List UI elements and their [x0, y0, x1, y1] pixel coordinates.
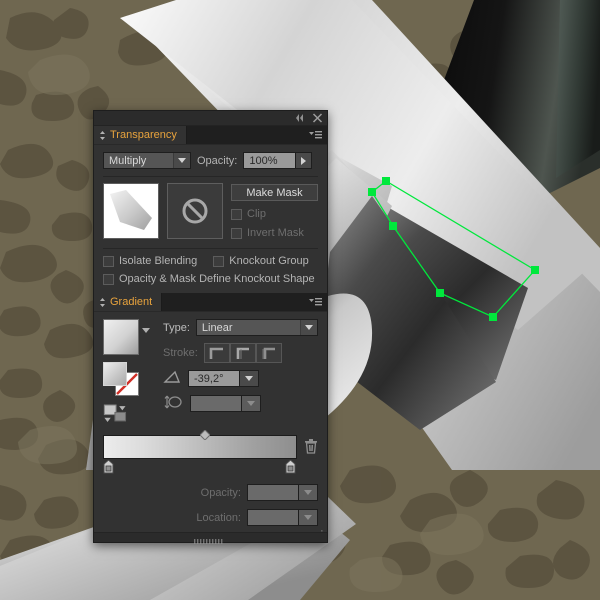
gradient-aspect-row [163, 394, 318, 413]
clip-checkbox[interactable] [231, 208, 242, 220]
stroke-type-buttons[interactable] [203, 343, 282, 363]
transparency-tab-filler [186, 126, 327, 144]
angle-icon [163, 370, 181, 387]
gradient-stroke-row: Stroke: [163, 343, 318, 363]
tab-gradient[interactable]: Gradient [94, 293, 163, 311]
transparency-body: Multiply Opacity: 100% Make Mask Clip In… [94, 145, 327, 293]
stop-location-label: Location: [196, 511, 241, 524]
stop-opacity-input[interactable] [247, 484, 299, 501]
knockout-group-label: Knockout Group [229, 255, 309, 267]
fill-swatch[interactable] [103, 362, 127, 386]
gradient-stop-right[interactable] [285, 459, 296, 477]
stop-location-control[interactable] [247, 509, 318, 526]
stroke-label: Stroke: [163, 347, 198, 359]
chevron-down-icon[interactable] [242, 395, 261, 412]
knockout-group-checkbox[interactable] [213, 255, 225, 267]
opacity-label: Opacity: [197, 154, 238, 167]
panel-group[interactable]: Transparency Multiply Opacity: 100% Make… [93, 110, 328, 544]
panel-menu-icon[interactable] [309, 297, 322, 307]
opacity-mask-knockout-label: Opacity & Mask Define Knockout Shape [119, 273, 315, 285]
gradient-angle-row: -39,2° [163, 370, 318, 387]
opacity-control[interactable]: 100% [243, 152, 313, 169]
stop-location-input[interactable] [247, 509, 299, 526]
opacity-mask-knockout-checkbox[interactable] [103, 273, 114, 285]
tab-gradient-label: Gradient [110, 296, 153, 308]
blend-mode-value: Multiply [109, 154, 147, 167]
chevron-down-icon[interactable] [300, 320, 317, 335]
blend-opacity-row: Multiply Opacity: 100% [103, 152, 318, 169]
stop-opacity-control[interactable] [247, 484, 318, 501]
blending-options-row-1: Isolate Blending Knockout Group [103, 255, 318, 267]
aspect-ratio-icon [163, 394, 183, 413]
gradient-type-select[interactable]: Linear [195, 319, 318, 336]
invert-mask-checkbox-row[interactable]: Invert Mask [231, 227, 318, 239]
isolate-blending-row[interactable]: Isolate Blending [103, 255, 197, 267]
panel-menu-icon[interactable] [309, 130, 322, 140]
chevron-down-icon[interactable] [299, 484, 318, 501]
trash-icon[interactable] [304, 438, 318, 457]
opacity-flyout-arrow-icon[interactable] [296, 152, 313, 169]
gradient-aspect-input[interactable] [190, 395, 242, 412]
type-label: Type: [163, 321, 190, 334]
panel-group-titlebar[interactable] [94, 111, 327, 126]
opacity-mask-knockout-row[interactable]: Opacity & Mask Define Knockout Shape [103, 273, 318, 285]
gradient-preview-swatch[interactable] [103, 319, 139, 355]
isolate-blending-checkbox[interactable] [103, 255, 114, 267]
invert-mask-checkbox[interactable] [231, 227, 242, 239]
stop-opacity-row: Opacity: [103, 484, 318, 501]
gradient-slider[interactable] [103, 429, 318, 477]
screen: Transparency Multiply Opacity: 100% Make… [0, 0, 600, 600]
gradient-stop-left[interactable] [103, 459, 114, 477]
gradient-type-row: Type: Linear [163, 319, 318, 336]
make-mask-button[interactable]: Make Mask [231, 184, 318, 201]
apply-gradient-along-stroke-button[interactable] [229, 343, 256, 363]
blend-mode-select[interactable]: Multiply [103, 152, 191, 169]
object-thumbnail[interactable] [103, 183, 159, 239]
transparency-tabstrip[interactable]: Transparency [94, 126, 327, 145]
panel-resize-handle[interactable] [94, 532, 327, 544]
gradient-angle-input[interactable]: -39,2° [188, 370, 240, 387]
reverse-gradient-icon[interactable] [103, 404, 155, 426]
tab-transparency[interactable]: Transparency [94, 126, 187, 144]
collapse-double-left-icon[interactable] [294, 113, 305, 123]
gradient-type-value: Linear [201, 321, 233, 334]
apply-gradient-across-stroke-button[interactable] [255, 343, 282, 363]
opacity-input[interactable]: 100% [243, 152, 297, 169]
gradient-tabstrip[interactable]: Gradient [94, 293, 327, 312]
clip-label: Clip [247, 208, 266, 220]
knockout-group-row[interactable]: Knockout Group [213, 255, 309, 267]
chevron-down-icon[interactable] [142, 328, 150, 345]
isolate-blending-label: Isolate Blending [119, 255, 198, 267]
stop-opacity-label: Opacity: [200, 486, 241, 499]
gradient-aspect-control[interactable] [190, 395, 261, 412]
chevron-down-icon[interactable] [299, 509, 318, 526]
close-icon[interactable] [312, 113, 323, 123]
invert-mask-label: Invert Mask [247, 227, 304, 239]
clip-checkbox-row[interactable]: Clip [231, 208, 318, 220]
updown-arrows-icon [99, 297, 106, 307]
gradient-midpoint-diamond[interactable] [199, 429, 211, 443]
gradient-body: Type: Linear Stroke: -39,2° Opacity: Loc… [94, 312, 327, 542]
gradient-angle-control[interactable]: -39,2° [188, 370, 259, 387]
tab-transparency-label: Transparency [110, 129, 177, 141]
chevron-down-icon[interactable] [240, 370, 259, 387]
updown-arrows-icon [99, 130, 106, 140]
mask-row: Make Mask Clip Invert Mask [103, 183, 318, 239]
no-mask-slash-circle-icon [182, 198, 208, 224]
chevron-down-icon[interactable] [173, 153, 190, 168]
gradient-tab-filler [162, 293, 327, 311]
apply-gradient-within-stroke-button[interactable] [203, 343, 230, 363]
fill-stroke-swatches[interactable] [103, 362, 147, 396]
stop-location-row: Location: [103, 509, 318, 526]
mask-thumbnail[interactable] [167, 183, 223, 239]
grip-dots-icon [193, 535, 228, 544]
